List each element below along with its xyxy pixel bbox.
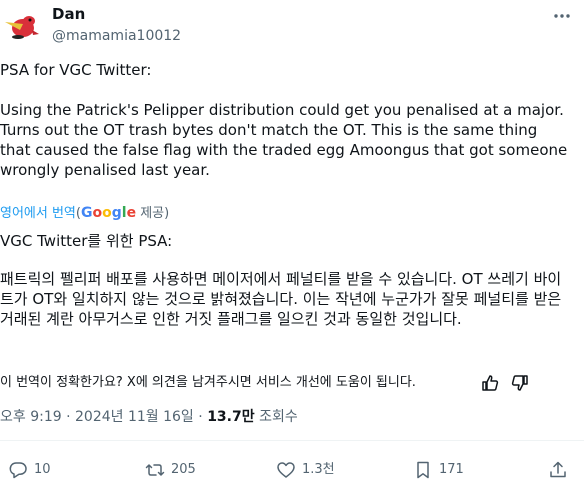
tweet-header: Dan @mamamia10012 <box>0 0 584 60</box>
reply-button[interactable]: 10 <box>8 455 51 485</box>
view-count: 13.7만 <box>207 409 255 425</box>
like-icon <box>277 462 295 478</box>
action-bar: 10 205 1.3천 171 <box>0 455 584 485</box>
translation-feedback: 이 번역이 정확한가요? X에 의견을 남겨주시면 서비스 개선에 도움이 됩니… <box>0 373 580 395</box>
views-label: 조회수 <box>254 409 298 425</box>
like-button[interactable]: 1.3천 <box>276 455 335 485</box>
more-icon[interactable] <box>550 4 574 28</box>
tweet-line-psa: PSA for VGC Twitter: <box>0 61 152 79</box>
bookmark-button[interactable]: 171 <box>413 455 464 485</box>
tweet-meta: 오후 9:19 · 2024년 11월 16일 · 13.7만 조회수 <box>0 407 298 427</box>
like-count: 1.3천 <box>302 462 335 477</box>
bookmark-icon <box>417 461 429 479</box>
tweet-time[interactable]: 오후 9:19 <box>0 409 62 425</box>
reply-count: 10 <box>34 462 51 477</box>
tweet-original-text: PSA for VGC Twitter: Using the Patrick's… <box>0 60 570 180</box>
user-handle[interactable]: @mamamia10012 <box>52 26 181 46</box>
translated-title: VGC Twitter를 위한 PSA: <box>0 232 173 250</box>
tweet-date[interactable]: 2024년 11월 16일 <box>75 409 194 425</box>
avatar-pelipper-image <box>5 16 39 39</box>
feedback-question: 이 번역이 정확한가요? X에 의견을 남겨주시면 서비스 개선에 도움이 됩니… <box>0 375 416 390</box>
translated-from-link[interactable]: 영어에서 번역 <box>0 206 76 221</box>
reply-icon <box>9 462 27 479</box>
thumbs-up-icon[interactable] <box>480 373 500 393</box>
share-icon <box>550 461 566 478</box>
translation-attribution: 영어에서 번역(Google 제공) <box>0 204 169 223</box>
avatar[interactable] <box>2 4 42 44</box>
display-name[interactable]: Dan <box>52 4 181 24</box>
thumbs-down-icon[interactable] <box>510 373 530 393</box>
repost-icon <box>145 464 165 476</box>
repost-count: 205 <box>171 462 196 477</box>
meta-dot: · <box>61 409 76 425</box>
google-logo: Google <box>80 205 137 221</box>
divider <box>0 440 584 441</box>
repost-button[interactable]: 205 <box>145 455 196 485</box>
tweet-paragraph: Using the Patrick's Pelipper distributio… <box>0 101 573 179</box>
provided-suffix: 제공) <box>136 206 170 221</box>
bookmark-count: 171 <box>439 462 464 477</box>
share-button[interactable] <box>548 455 574 485</box>
translated-paragraph: 패트릭의 펠리퍼 배포를 사용하면 메이저에서 페널티를 받을 수 있습니다. … <box>0 270 566 328</box>
meta-dot: · <box>193 409 208 425</box>
